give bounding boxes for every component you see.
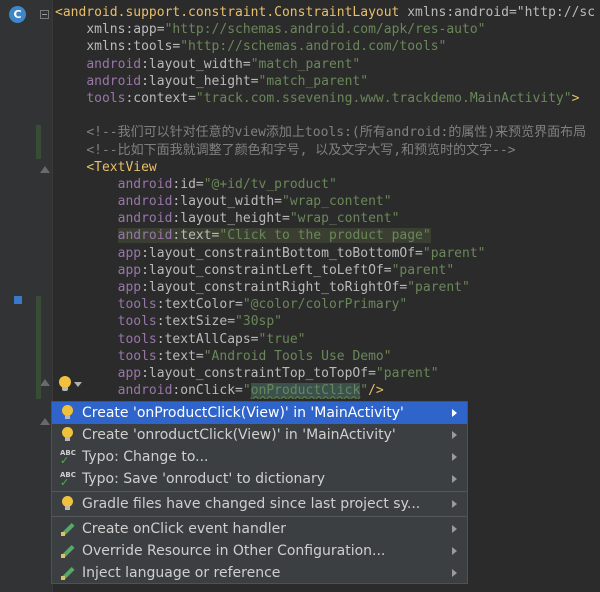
popup-item-inject-language[interactable]: Inject language or reference (52, 562, 467, 584)
chevron-down-icon (74, 381, 82, 387)
spellcheck-icon: ABC ✓ (60, 449, 76, 467)
intention-actions-button[interactable] (52, 372, 90, 396)
code-line: tools:text="Android Tools Use Demo" (117, 348, 392, 364)
code-line-caret: android:onClick="onProductClick"/> (117, 383, 384, 399)
spellcheck-icon: ABC ✓ (60, 471, 76, 489)
popup-item-typo-change[interactable]: ABC ✓ Typo: Change to... (52, 446, 467, 468)
popup-item-label: Inject language or reference (82, 565, 281, 581)
popup-item-create-onroductclick[interactable]: Create 'onroductClick(View)' in 'MainAct… (52, 424, 467, 446)
fold-marker-icon[interactable] (40, 166, 50, 173)
pencil-icon (60, 543, 76, 559)
code-line: android:text="Click to the product page" (117, 228, 431, 244)
code-editor[interactable]: <android.support.constraint.ConstraintLa… (55, 4, 600, 399)
code-line: app:layout_constraintRight_toRightOf="pa… (117, 280, 470, 295)
popup-separator (52, 491, 467, 492)
chevron-right-icon[interactable] (452, 431, 457, 439)
chevron-right-icon[interactable] (452, 547, 457, 555)
popup-item-label: Typo: Change to... (82, 449, 209, 465)
chevron-right-icon[interactable] (452, 475, 457, 483)
change-marker (36, 296, 41, 399)
code-line: android:layout_height="wrap_content" (117, 211, 400, 227)
lightbulb-icon (60, 405, 76, 421)
popup-item-create-onproductclick[interactable]: Create 'onProductClick(View)' in 'MainAc… (52, 402, 467, 424)
class-icon[interactable]: C (9, 6, 26, 23)
code-line: <TextView (86, 159, 157, 175)
code-line: app:layout_constraintBottom_toBottomOf="… (117, 245, 486, 261)
pencil-icon (60, 521, 76, 537)
code-line: tools:textAllCaps="true" (117, 331, 306, 347)
lightbulb-icon (60, 496, 76, 512)
code-line: tools:textSize="30sp" (117, 314, 283, 330)
lightbulb-icon (58, 376, 72, 392)
popup-item-label: Override Resource in Other Configuration… (82, 543, 386, 559)
popup-item-label: Create 'onroductClick(View)' in 'MainAct… (82, 427, 396, 443)
code-comment: <!--我们可以针对任意的view添加上tools:(所有android:的属性… (86, 125, 587, 141)
popup-item-create-onclick-handler[interactable]: Create onClick event handler (52, 518, 467, 540)
code-line: xmlns:tools="http://schemas.android.com/… (86, 39, 447, 55)
popup-item-label: Create 'onProductClick(View)' in 'MainAc… (82, 405, 404, 421)
change-marker (36, 125, 41, 159)
editor-gutter: C (0, 0, 52, 592)
popup-item-gradle-sync[interactable]: Gradle files have changed since last pro… (52, 493, 467, 515)
code-line: xmlns:app="http://schemas.android.com/ap… (86, 22, 486, 38)
unresolved-method[interactable]: onProductClick (250, 383, 361, 399)
popup-item-label: Typo: Save 'onroduct' to dictionary (82, 471, 326, 487)
chevron-right-icon[interactable] (452, 525, 457, 533)
popup-separator (52, 516, 467, 517)
code-line: <android.support.constraint.ConstraintLa… (55, 5, 596, 20)
pencil-icon (60, 565, 76, 581)
code-line: app:layout_constraintTop_toTopOf="parent… (117, 365, 439, 381)
code-line: tools:context="track.com.ssevening.www.t… (86, 90, 580, 106)
chevron-right-icon[interactable] (452, 409, 457, 417)
popup-item-label: Create onClick event handler (82, 521, 287, 537)
fold-toggle-icon[interactable] (40, 10, 49, 19)
code-line: android:layout_width="wrap_content" (117, 194, 392, 210)
popup-item-typo-save[interactable]: ABC ✓ Typo: Save 'onroduct' to dictionary (52, 468, 467, 490)
code-line: android:id="@+id/tv_product" (117, 176, 337, 192)
fold-marker-icon[interactable] (40, 418, 50, 425)
popup-item-override-resource[interactable]: Override Resource in Other Configuration… (52, 540, 467, 562)
chevron-right-icon[interactable] (452, 569, 457, 577)
chevron-right-icon[interactable] (452, 453, 457, 461)
popup-item-label: Gradle files have changed since last pro… (82, 496, 421, 512)
code-line: android:layout_height="match_parent" (86, 73, 369, 89)
code-line: app:layout_constraintLeft_toLeftOf="pare… (117, 262, 455, 278)
intention-actions-popup: Create 'onProductClick(View)' in 'MainAc… (51, 401, 468, 584)
breakpoint-icon[interactable] (14, 296, 22, 304)
chevron-right-icon[interactable] (452, 500, 457, 508)
code-line: tools:textColor="@color/colorPrimary" (117, 297, 408, 313)
code-line: android:layout_width="match_parent" (86, 56, 361, 72)
lightbulb-icon (60, 427, 76, 443)
code-comment: <!--比如下面我就调整了颜色和字号, 以及文字大写,和预览时的文字--> (86, 142, 516, 158)
fold-marker-icon[interactable] (40, 379, 50, 386)
